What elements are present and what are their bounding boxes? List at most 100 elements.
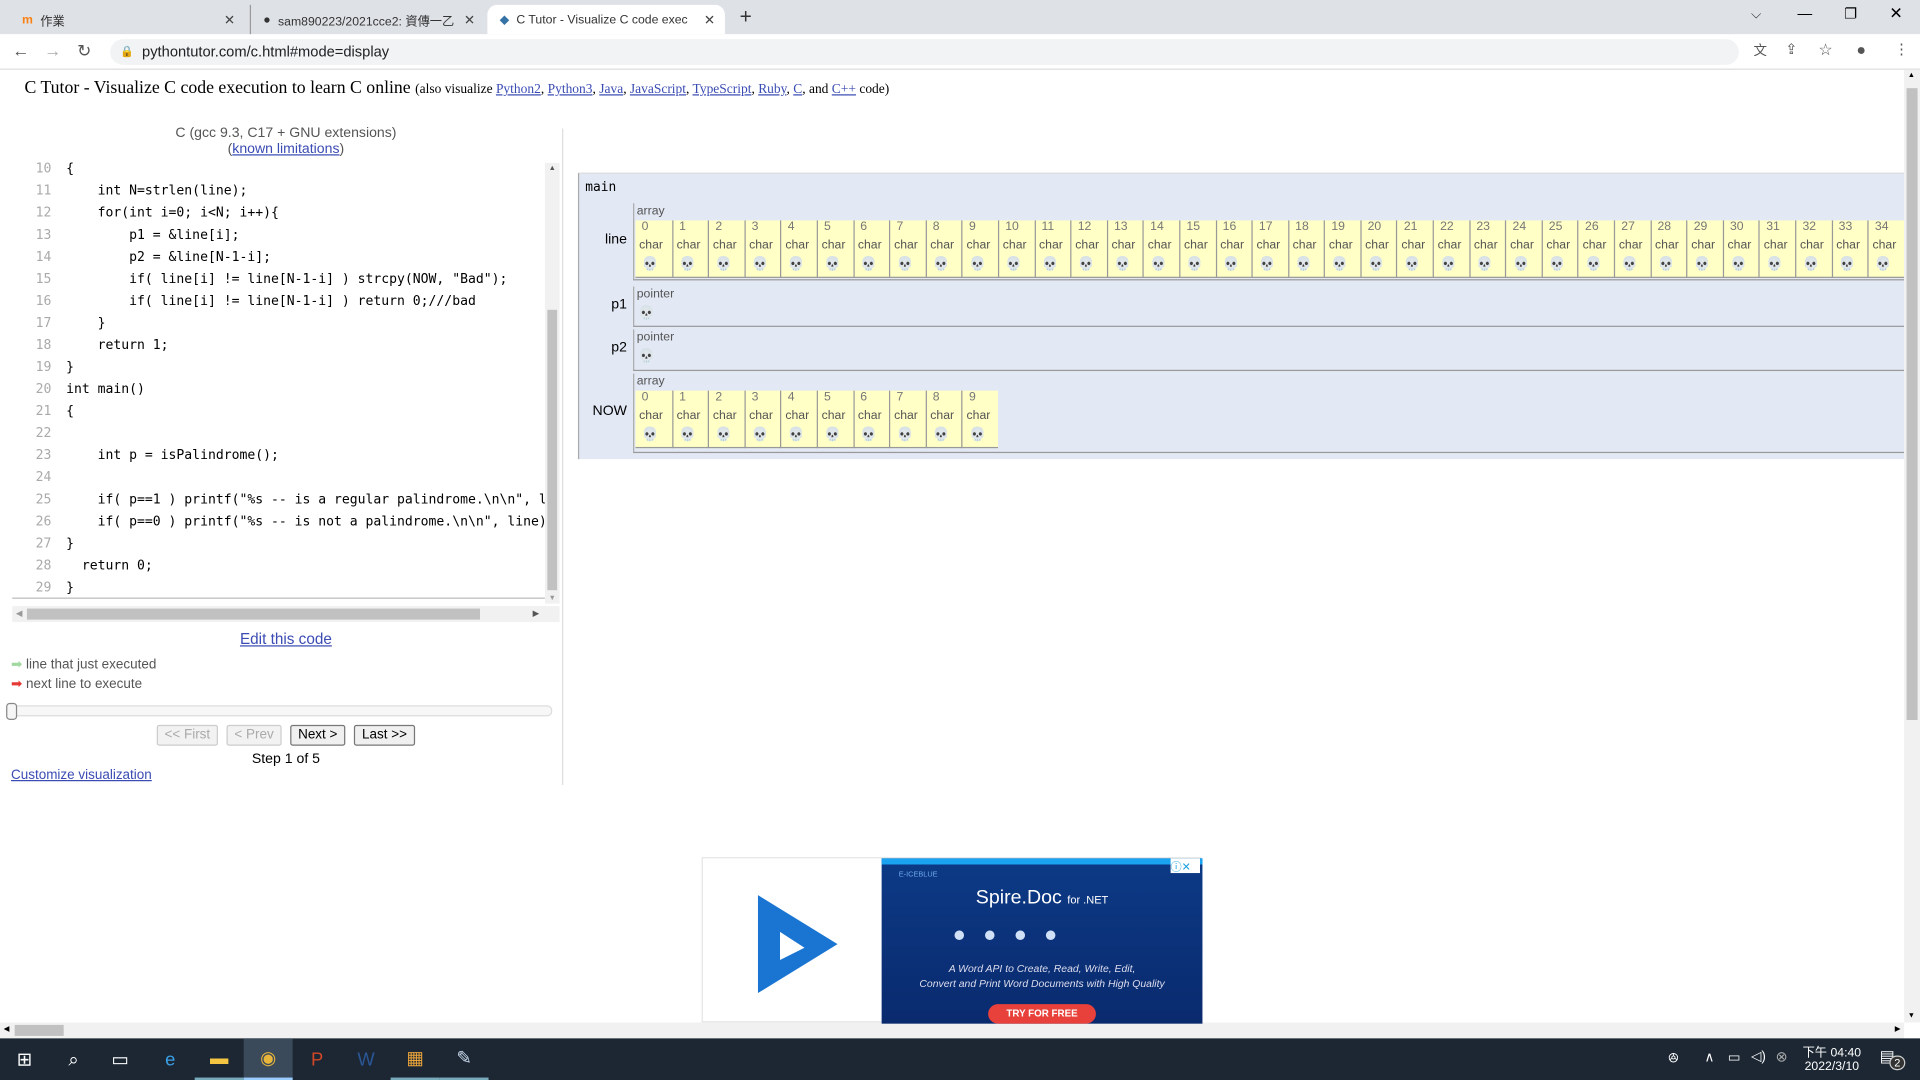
page-vertical-scrollbar[interactable]: ▲ ▼ — [1904, 69, 1920, 1023]
ad-product-for: for .NET — [1067, 893, 1109, 907]
cell-type: char — [966, 408, 991, 423]
word-icon[interactable]: W — [342, 1038, 391, 1080]
known-limitations-link[interactable]: known limitations — [232, 142, 339, 157]
status-x-icon[interactable]: ⊗ — [1776, 1048, 1788, 1065]
profile-icon[interactable]: ● — [1856, 40, 1866, 58]
new-tab-button[interactable]: + — [740, 5, 752, 29]
clock-time: 下午 04:40 — [1802, 1046, 1862, 1061]
tab-github[interactable]: ● sam890223/2021cce2: 資傳一乙 ✕ — [249, 4, 485, 35]
url-input[interactable]: 🔒 pythontutor.com/c.html#mode=display — [110, 39, 1739, 65]
code-editor[interactable]: 10{11 int N=strlen(line); 12 for(int i=0;… — [12, 160, 545, 599]
page-horizontal-scrollbar[interactable]: ◀ ▶ — [0, 1022, 1905, 1039]
link-typescript[interactable]: TypeScript — [693, 82, 752, 97]
ad-feature-icons: ●●●● — [952, 922, 1075, 947]
cell-index: 9 — [968, 390, 976, 405]
translate-icon[interactable]: 文 — [1753, 40, 1766, 60]
array-cell: 23 char 💀 — [1468, 220, 1505, 278]
edit-code-text[interactable]: Edit this code — [240, 631, 332, 648]
cell-type: char — [712, 408, 737, 423]
reload-icon[interactable]: ↻ — [77, 40, 91, 61]
ie-icon[interactable]: e — [146, 1038, 195, 1080]
minimize-icon[interactable]: — — [1798, 5, 1813, 22]
cell-index: 16 — [1222, 220, 1237, 234]
cell-type: char — [1002, 238, 1027, 253]
uninitialized-skull-icon: 💀 — [824, 427, 841, 443]
back-icon[interactable]: ← — [12, 40, 29, 60]
line-number: 20 — [35, 380, 52, 397]
close-tab-icon[interactable]: ✕ — [224, 12, 235, 28]
code-text: if( line[i] != line[N-1-i] ) return 0;//… — [66, 292, 476, 309]
network-icon[interactable]: ▭ — [1728, 1049, 1741, 1066]
bookmark-star-icon[interactable]: ☆ — [1818, 40, 1832, 60]
forward-icon[interactable]: → — [44, 40, 61, 60]
tab-search-icon[interactable]: ⌵ — [1751, 7, 1761, 23]
array-cell: 21 char 💀 — [1396, 220, 1432, 278]
ad-banner[interactable]: E-ICEBLUE Spire.Doc for .NET ●●●● A Word… — [881, 858, 1203, 1024]
code-text: int p = isPalindrome(); — [66, 446, 279, 463]
close-window-icon[interactable]: ✕ — [1889, 4, 1902, 24]
code-line: 11 int N=strlen(line); — [12, 180, 248, 202]
clock[interactable]: 下午 04:40 2022/3/10 — [1798, 1042, 1867, 1074]
first-button[interactable]: << First — [156, 724, 218, 746]
task-view-icon[interactable]: ▭ — [96, 1038, 145, 1080]
share-icon[interactable]: ⇪ — [1785, 40, 1797, 57]
cell-index: 25 — [1548, 220, 1563, 234]
code-horizontal-scrollbar[interactable]: ◀ ▶ — [12, 606, 560, 623]
link-java[interactable]: Java — [599, 82, 623, 97]
ad-logo-icon — [757, 895, 838, 994]
link-ruby[interactable]: Ruby — [758, 82, 786, 97]
search-icon[interactable]: ⌕ — [49, 1038, 98, 1080]
link-javascript[interactable]: JavaScript — [630, 82, 686, 97]
cell-type: char — [1220, 238, 1245, 253]
link-python3[interactable]: Python3 — [548, 82, 593, 97]
line-number: 14 — [35, 248, 52, 265]
link-cpp[interactable]: C++ — [832, 82, 856, 97]
tab-homework[interactable]: m 作業 ✕ — [10, 5, 245, 34]
step-counter: Step 1 of 5 — [251, 751, 320, 767]
step-slider[interactable] — [6, 702, 553, 721]
customize-link[interactable]: Customize visualization — [11, 768, 152, 783]
title-text: C Tutor - Visualize C code execution to … — [24, 78, 411, 98]
notification-icon[interactable]: ▤ 2 — [1880, 1047, 1906, 1071]
uninitialized-skull-icon: 💀 — [787, 257, 805, 272]
close-tab-icon[interactable]: ✕ — [464, 12, 475, 28]
cell-index: 24 — [1512, 220, 1527, 234]
array-cell: 8 char 💀 — [925, 390, 961, 449]
code-text: if( line[i] != line[N-1-i] ) strcpy(NOW,… — [66, 270, 508, 287]
advertisement[interactable]: E-ICEBLUE Spire.Doc for .NET ●●●● A Word… — [701, 857, 1203, 1024]
file-explorer-icon[interactable]: ▬ — [194, 1038, 244, 1080]
paint-icon[interactable]: ✎ — [439, 1038, 489, 1080]
uninitialized-skull-icon: 💀 — [751, 257, 769, 272]
chrome-icon[interactable]: ◉ — [243, 1038, 293, 1080]
line-number: 10 — [35, 160, 52, 177]
restore-icon[interactable]: ❐ — [1844, 5, 1857, 22]
ad-close-icon[interactable]: ⓘ✕ — [1170, 858, 1201, 874]
array-cell: 1 char 💀 — [671, 390, 708, 449]
uninitialized-skull-icon: 💀 — [1258, 257, 1276, 272]
cell-index: 34 — [1874, 220, 1889, 234]
slider-handle[interactable] — [6, 702, 18, 721]
last-button[interactable]: Last >> — [353, 724, 416, 746]
next-button[interactable]: Next > — [290, 724, 346, 746]
edit-code-link[interactable]: Edit this code — [12, 631, 559, 648]
code-vertical-scrollbar[interactable]: ▲ ▼ — [544, 162, 560, 604]
ad-cta-button[interactable]: TRY FOR FREE — [988, 1004, 1096, 1024]
close-tab-icon[interactable]: ✕ — [704, 12, 715, 28]
cell-index: 12 — [1077, 220, 1092, 234]
people-icon[interactable]: ꔮ — [1668, 1049, 1679, 1067]
menu-icon[interactable]: ⋮ — [1894, 40, 1909, 57]
start-icon[interactable]: ⊞ — [0, 1038, 49, 1080]
tab-ctutor[interactable]: ◆ C Tutor - Visualize C code exec ✕ — [487, 4, 725, 35]
show-hidden-icons[interactable]: ∧ — [1704, 1049, 1714, 1066]
prev-button[interactable]: < Prev — [226, 724, 282, 746]
app-icon[interactable]: ▦ — [390, 1038, 440, 1080]
volume-icon[interactable]: ◁) — [1751, 1048, 1766, 1064]
link-python2[interactable]: Python2 — [496, 82, 541, 97]
powerpoint-icon[interactable]: P — [293, 1038, 342, 1080]
suffix-text: code) — [859, 82, 890, 97]
cell-index: 19 — [1331, 220, 1345, 234]
cell-type: char — [894, 408, 918, 423]
cell-index: 7 — [896, 390, 904, 405]
type-label: pointer — [636, 330, 675, 345]
link-c[interactable]: C — [793, 82, 802, 97]
